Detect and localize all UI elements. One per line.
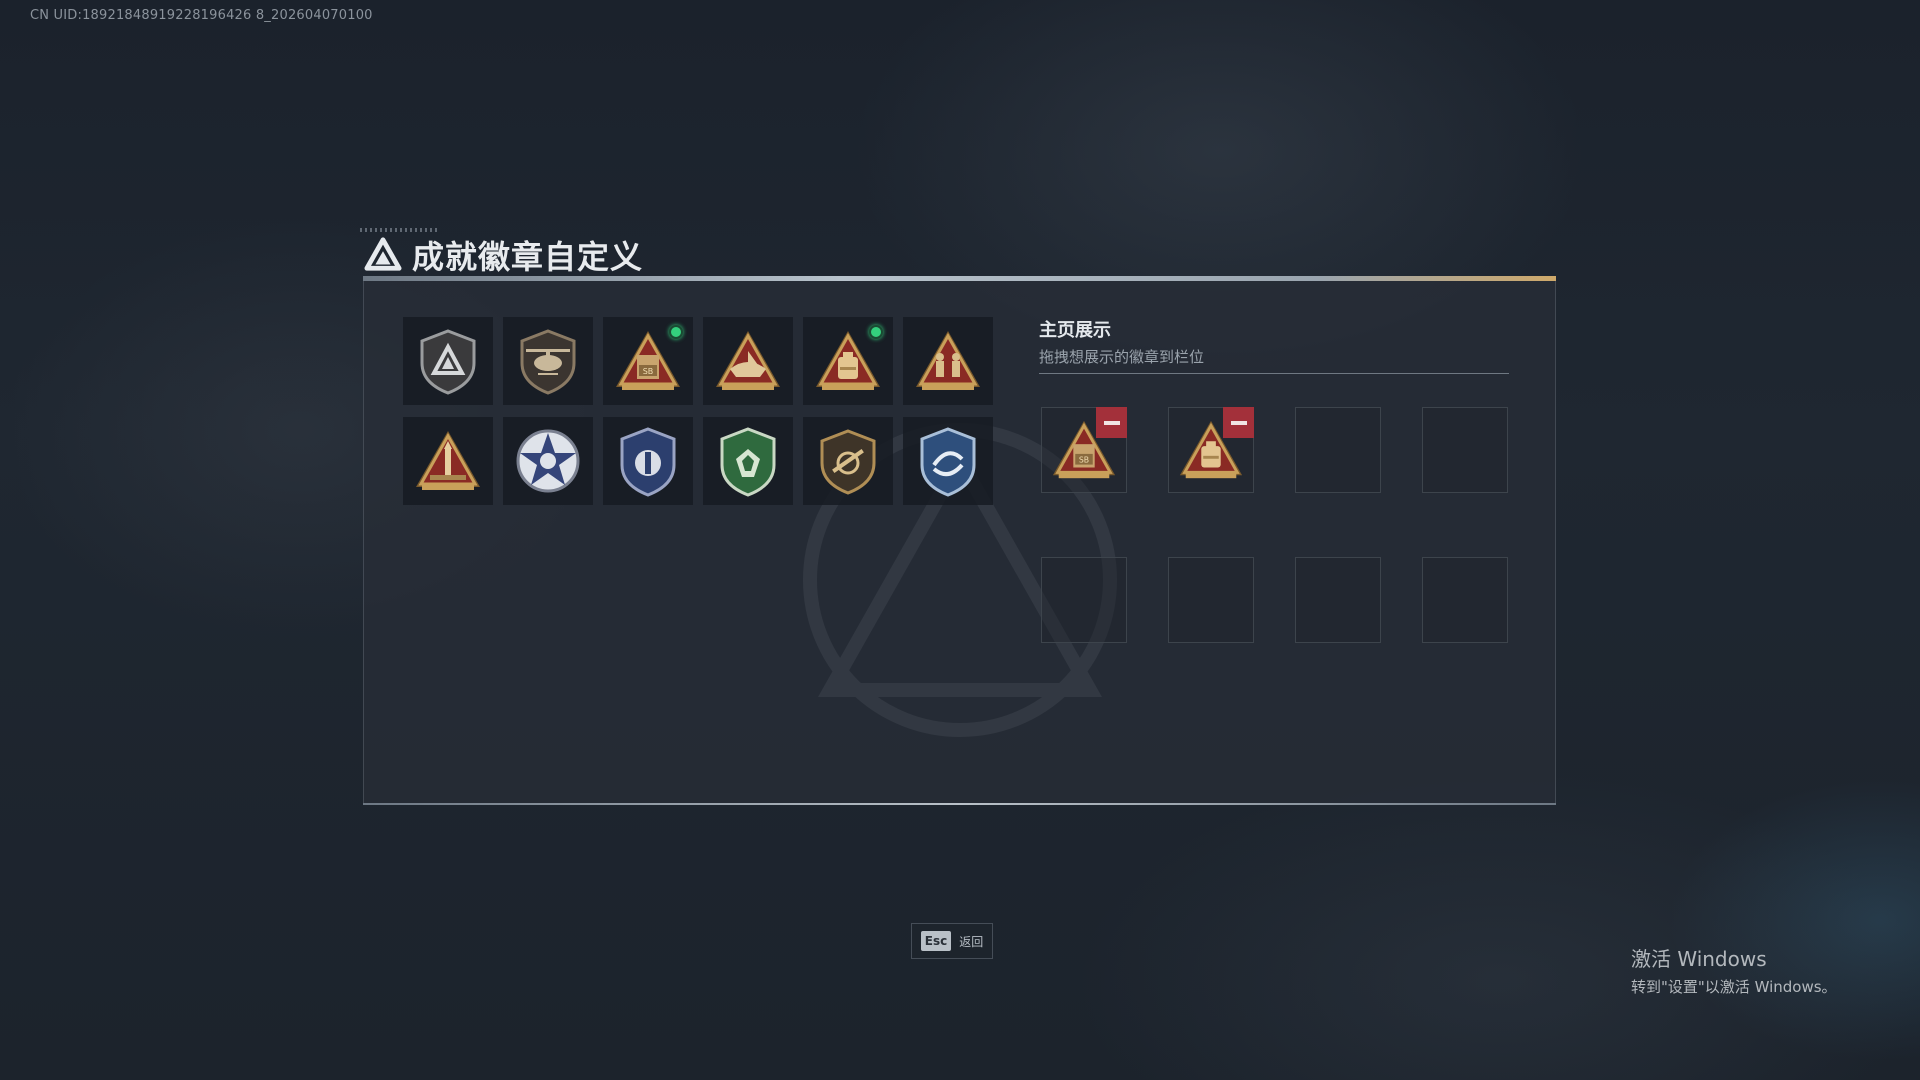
display-slot-filled[interactable] bbox=[1168, 407, 1254, 493]
page-title: 成就徽章自定义 bbox=[412, 238, 644, 276]
triangle-soldiers-badge-icon bbox=[916, 331, 980, 390]
remove-badge-button[interactable] bbox=[1223, 407, 1254, 438]
star-wreath-badge-icon bbox=[516, 429, 580, 493]
triangle-rocket-badge-icon bbox=[416, 431, 480, 490]
helicopter-badge-icon bbox=[520, 329, 576, 395]
badge-item[interactable] bbox=[403, 417, 493, 505]
activation-line1: 激活 Windows bbox=[1631, 947, 1767, 971]
homepage-display-header: 主页展示 拖拽想展示的徽章到栏位 bbox=[1039, 316, 1509, 367]
new-indicator-dot bbox=[869, 325, 883, 339]
remove-badge-button[interactable] bbox=[1096, 407, 1127, 438]
uid-text: CN UID:18921848919228196426 8_2026040701… bbox=[30, 8, 373, 23]
badge-item[interactable] bbox=[603, 417, 693, 505]
back-label: 返回 bbox=[959, 934, 984, 949]
blue-shield-arrows-badge-icon bbox=[920, 427, 976, 497]
panel-bottom-border bbox=[363, 803, 1556, 805]
minus-icon bbox=[1230, 420, 1247, 425]
svg-text:SB: SB bbox=[1079, 456, 1089, 465]
svg-text:SB: SB bbox=[643, 367, 654, 376]
display-slot-empty[interactable] bbox=[1295, 407, 1381, 493]
panel-top-border bbox=[363, 276, 1556, 281]
esc-key-hint: Esc bbox=[920, 931, 952, 951]
display-title: 主页展示 bbox=[1039, 320, 1111, 341]
display-slot-empty[interactable] bbox=[1041, 557, 1127, 643]
shield-rifle-badge-icon bbox=[820, 429, 876, 495]
badge-item[interactable] bbox=[703, 317, 793, 405]
shield-delta-badge-icon bbox=[420, 329, 476, 395]
badge-item[interactable] bbox=[903, 417, 993, 505]
display-slot-empty[interactable] bbox=[1422, 407, 1508, 493]
display-slot-filled[interactable]: SB bbox=[1041, 407, 1127, 493]
badge-collection-grid: SB bbox=[403, 317, 993, 505]
badge-item[interactable] bbox=[803, 317, 893, 405]
back-button[interactable]: Esc 返回 bbox=[911, 923, 993, 959]
new-indicator-dot bbox=[669, 325, 683, 339]
badge-item[interactable] bbox=[503, 317, 593, 405]
badge-item[interactable] bbox=[703, 417, 793, 505]
minus-icon bbox=[1103, 420, 1120, 425]
divider bbox=[1039, 373, 1509, 374]
display-subtitle: 拖拽想展示的徽章到栏位 bbox=[1039, 348, 1205, 366]
delta-triangle-logo-icon bbox=[364, 237, 402, 271]
badge-item[interactable] bbox=[503, 417, 593, 505]
blue-shield-emblem-badge-icon bbox=[620, 427, 676, 497]
display-slot-empty[interactable] bbox=[1295, 557, 1381, 643]
badge-item[interactable] bbox=[903, 317, 993, 405]
page-header: 成就徽章自定义 bbox=[364, 232, 643, 278]
display-slots-grid: SB bbox=[1041, 407, 1508, 643]
display-slot-empty[interactable] bbox=[1168, 557, 1254, 643]
activation-line2: 转到"设置"以激活 Windows。 bbox=[1631, 978, 1837, 996]
badge-item[interactable]: SB bbox=[603, 317, 693, 405]
green-shield-gem-badge-icon bbox=[720, 427, 776, 497]
display-slot-empty[interactable] bbox=[1422, 557, 1508, 643]
badge-item[interactable] bbox=[803, 417, 893, 505]
triangle-boat-badge-icon bbox=[716, 331, 780, 390]
windows-activation-watermark: 激活 Windows 转到"设置"以激活 Windows。 bbox=[1631, 943, 1837, 997]
badge-item[interactable] bbox=[403, 317, 493, 405]
